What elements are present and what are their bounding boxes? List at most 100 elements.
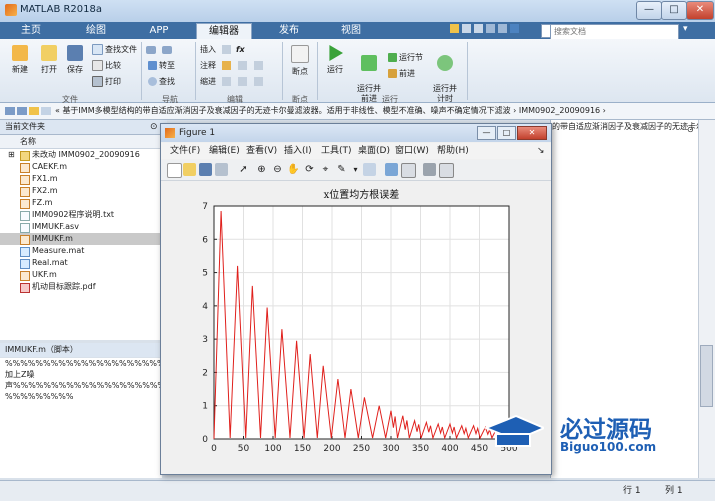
forward-icon[interactable] [17,106,27,115]
menu-view[interactable]: 查看(V) [246,143,277,159]
wrap-comment-icon[interactable] [238,61,247,70]
expand-icon[interactable]: ⊞ [8,149,15,161]
file-row[interactable]: IMMUKF.m [0,233,162,245]
figure-logo-icon [165,128,175,138]
goto-button[interactable]: 转至 [148,60,175,71]
link-plot-icon[interactable] [363,163,376,176]
hide-plot-tools-icon[interactable] [423,163,436,176]
file-row[interactable]: FX2.m [0,185,162,197]
find-button[interactable]: 查找 [148,76,175,87]
open-button[interactable]: 打开 [35,45,63,75]
file-row[interactable]: ⊞ 未改动 IMM0902_20090916 [0,149,162,161]
uncomment-icon[interactable] [254,61,263,70]
x-tick-label: 300 [382,444,399,454]
menu-help[interactable]: 帮助(H) [437,143,469,159]
compare-button[interactable]: 比较 [92,60,121,71]
column-indicator: 列 1 [665,486,683,496]
figure-maximize-button[interactable]: □ [497,126,516,140]
file-row[interactable]: Real.mat [0,257,162,269]
zoom-out-icon[interactable]: ⊖ [271,163,284,176]
print-figure-icon[interactable] [215,163,228,176]
search-documentation-input[interactable] [550,24,679,40]
forward-arrow-icon[interactable] [162,46,172,54]
panel-options-icon[interactable]: ⊙ [687,125,694,134]
run-and-time-button[interactable]: 运行并 计时 [428,45,462,104]
file-row[interactable]: IMM0902程序说明.txt [0,209,162,221]
insert-function-button[interactable]: fx [236,44,245,55]
open-file-icon[interactable] [183,163,196,176]
tab-plots[interactable]: 绘图 [70,23,122,38]
file-row[interactable]: IMMUKF.asv [0,221,162,233]
tab-publish[interactable]: 发布 [264,23,314,38]
m-file-icon [20,235,30,245]
colorbar-icon[interactable] [385,163,398,176]
printer-icon [92,76,103,87]
browse-folder-icon[interactable] [41,106,51,115]
filter-icon[interactable]: ▾ [683,24,694,35]
comment-button[interactable]: 注释 [200,60,216,71]
percent-comment-icon[interactable] [222,61,231,70]
goto-icon [148,61,157,70]
current-folder-panel: 名称 ⊞ 未改动 IMM0902_20090916 CAEKF.m FX1.m FX2.… [0,135,163,340]
file-row[interactable]: FX1.m [0,173,162,185]
menu-dock-icon[interactable]: ↘ [537,143,545,159]
file-row[interactable]: UKF.m [0,269,162,281]
pan-hand-icon[interactable]: ✋ [287,163,300,176]
current-folder-address-bar[interactable]: « 基于IMM多模型结构的带自适应渐消因子及衰减因子的无迹卡尔曼滤波器。适用于非… [0,103,715,120]
insert-section-icon[interactable] [222,45,231,54]
file-name: IMMUKF.m [32,234,73,243]
tab-editor[interactable]: 编辑器 [196,23,252,40]
menu-window[interactable]: 窗口(W) [395,143,429,159]
save-figure-icon[interactable] [199,163,212,176]
new-button[interactable]: 新建 [6,45,34,75]
figure-close-button[interactable]: ✕ [517,126,547,140]
minimize-button[interactable]: — [636,1,662,20]
breakpoints-button[interactable]: 断点 [287,45,313,77]
tab-home[interactable]: 主页 [6,23,56,38]
new-figure-icon[interactable] [167,163,182,178]
legend-icon[interactable] [401,163,416,178]
indent-increase-icon[interactable] [238,77,247,86]
scrollbar-thumb[interactable] [700,345,713,407]
run-button[interactable]: 运行 [322,45,348,75]
data-cursor-icon[interactable]: ⌖ [319,163,332,176]
file-row[interactable]: 机动目标跟踪.pdf [0,281,162,293]
find-files-button[interactable]: 查找文件 [92,44,137,55]
menu-insert[interactable]: 插入(I) [284,143,312,159]
indent-decrease-icon[interactable] [254,77,263,86]
menu-tools[interactable]: 工具(T) [321,143,352,159]
menu-edit[interactable]: 编辑(E) [209,143,240,159]
menu-desktop[interactable]: 桌面(D) [358,143,390,159]
details-title: IMMUKF.m（脚本） [5,345,78,354]
save-button[interactable]: 保存 [63,45,87,75]
run-section-button[interactable]: 运行节 [388,52,423,63]
figure-minimize-button[interactable]: — [477,126,496,140]
maximize-button[interactable]: □ [661,1,687,20]
file-row[interactable]: Measure.mat [0,245,162,257]
figure-titlebar[interactable]: Figure 1 — □ ✕ [161,124,551,142]
close-button[interactable]: ✕ [686,1,714,20]
file-row[interactable]: FZ.m [0,197,162,209]
back-icon[interactable] [5,106,15,115]
tab-view[interactable]: 视图 [326,23,376,38]
up-folder-icon[interactable] [29,106,39,115]
insert-button[interactable]: 插入 [200,44,216,55]
y-tick-label: 6 [202,235,208,245]
panel-actions-icon[interactable]: ⊙ [150,120,158,134]
vertical-scrollbar[interactable] [698,120,715,478]
file-row[interactable]: CAEKF.m [0,161,162,173]
column-header[interactable]: 名称 [0,135,162,149]
print-button[interactable]: 打印 [92,76,121,87]
brush-dropdown-icon[interactable]: ▾ [349,163,362,176]
tab-apps[interactable]: APP [134,23,184,38]
show-plot-tools-icon[interactable] [439,163,454,178]
menu-file[interactable]: 文件(F) [170,143,200,159]
back-arrow-icon[interactable] [146,46,156,54]
indent-button[interactable]: 缩进 [200,76,216,87]
smart-indent-icon[interactable] [222,77,231,86]
brush-icon[interactable]: ✎ [335,163,348,176]
rotate-3d-icon[interactable]: ⟳ [303,163,316,176]
zoom-in-icon[interactable]: ⊕ [255,163,268,176]
advance-button[interactable]: 前进 [388,68,415,79]
pointer-icon[interactable]: ➚ [237,163,250,176]
